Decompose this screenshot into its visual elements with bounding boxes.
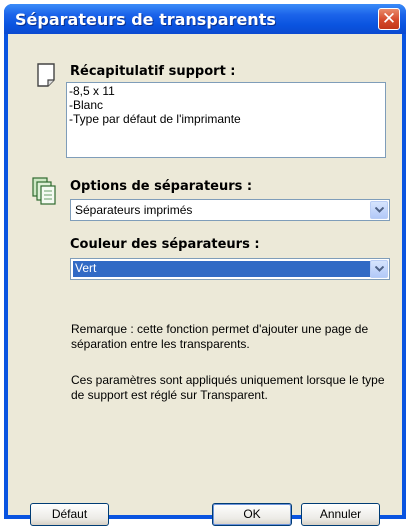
- window-title: Séparateurs de transparents: [15, 10, 276, 29]
- default-button[interactable]: Défaut: [30, 503, 109, 526]
- ok-button[interactable]: OK: [212, 503, 292, 526]
- cancel-button[interactable]: Annuler: [301, 503, 380, 526]
- page-icon: [37, 63, 55, 87]
- summary-box: -8,5 x 11 -Blanc -Type par défaut de l'i…: [66, 82, 386, 158]
- sheets-icon: [32, 177, 56, 205]
- separator-options-value: Séparateurs imprimés: [75, 203, 193, 217]
- summary-heading: Récapitulatif support :: [70, 64, 236, 79]
- dialog-body: Récapitulatif support : -8,5 x 11 -Blanc…: [8, 34, 402, 526]
- close-icon[interactable]: ✕: [379, 9, 399, 29]
- title-bar[interactable]: Séparateurs de transparents ✕: [4, 4, 406, 34]
- separator-color-select[interactable]: Vert: [70, 258, 390, 280]
- separator-options-select[interactable]: Séparateurs imprimés: [70, 199, 390, 221]
- note-remark: Remarque : cette fonction permet d'ajout…: [71, 322, 369, 351]
- dialog-window: Séparateurs de transparents ✕ Récapitula…: [4, 4, 406, 526]
- separator-color-value: Vert: [73, 261, 375, 277]
- chevron-down-icon[interactable]: [370, 201, 388, 219]
- summary-line: -8,5 x 11: [69, 84, 115, 98]
- summary-line: -Type par défaut de l'imprimante: [69, 112, 241, 126]
- note-settings: Ces paramètres sont appliqués uniquement…: [71, 373, 385, 402]
- chevron-down-icon[interactable]: [370, 260, 388, 278]
- options-heading: Options de séparateurs :: [70, 179, 253, 194]
- close-button[interactable]: ✕: [378, 8, 400, 30]
- color-heading: Couleur des séparateurs :: [70, 237, 260, 252]
- summary-line: -Blanc: [69, 98, 104, 112]
